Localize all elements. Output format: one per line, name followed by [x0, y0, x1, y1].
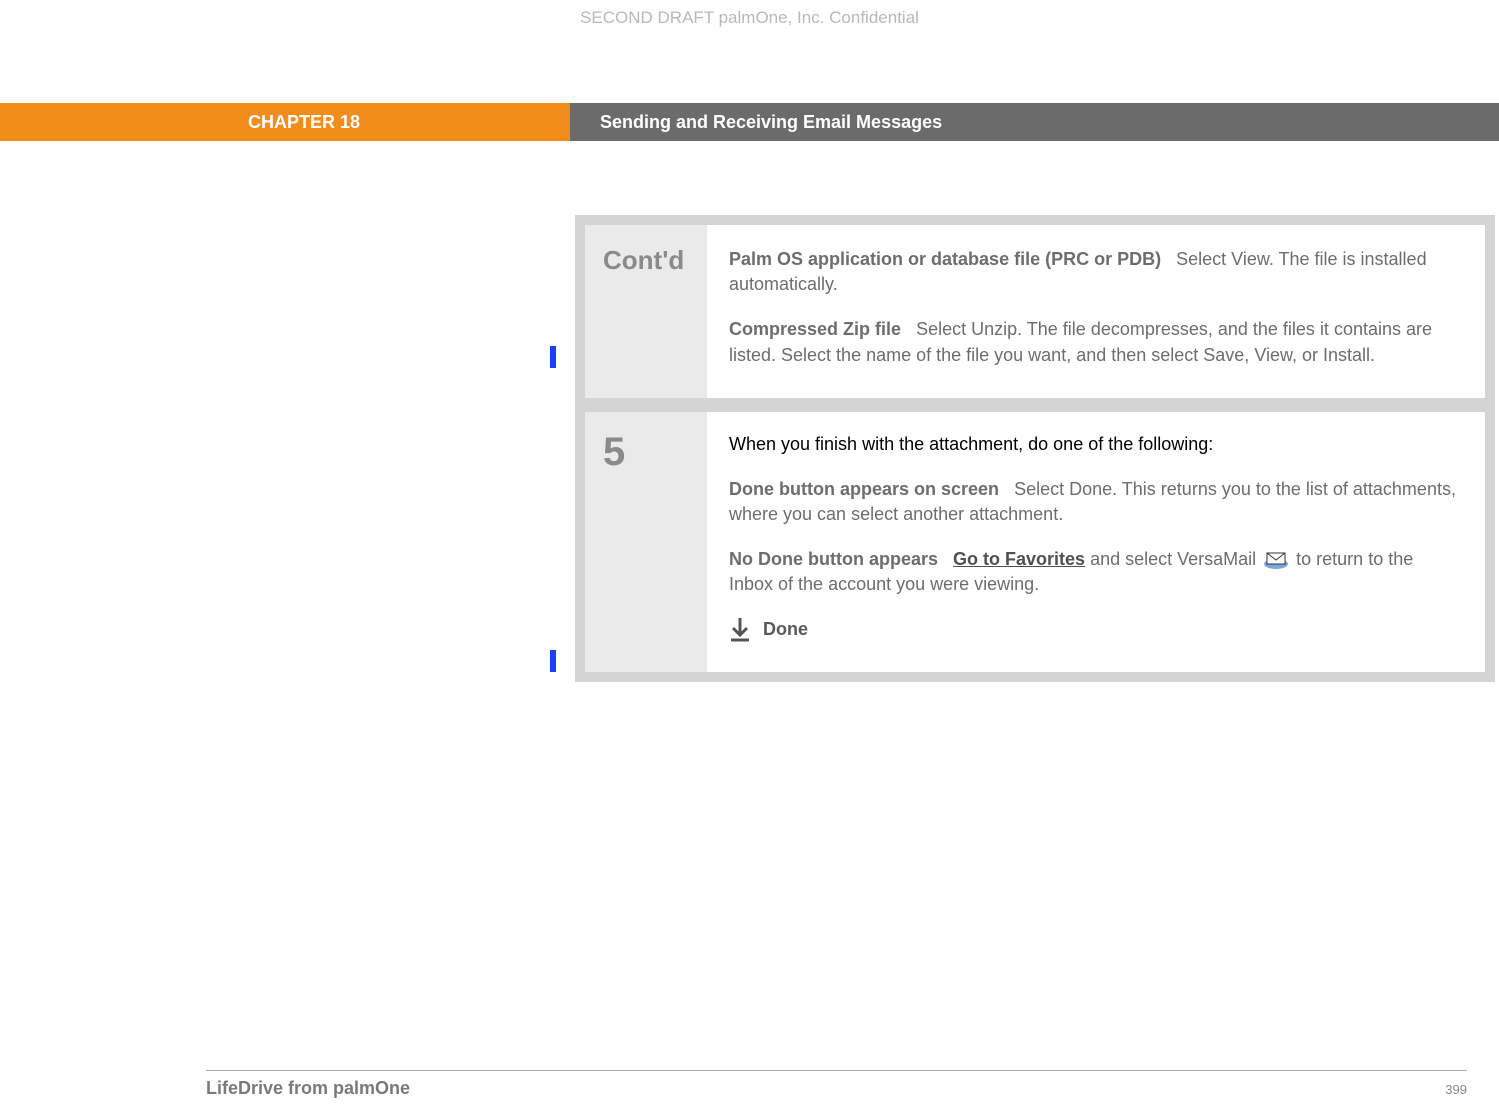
paragraph: No Done button appears Go to Favorites a…: [729, 547, 1457, 597]
versamail-icon: [1263, 550, 1289, 570]
paragraph: Compressed Zip file Select Unzip. The fi…: [729, 317, 1457, 367]
done-marker: Done: [729, 618, 1457, 642]
lead-text: Palm OS application or database file (PR…: [729, 249, 1161, 269]
step-label-cell: 5: [585, 412, 707, 672]
done-label: Done: [763, 619, 808, 640]
step-number: 5: [603, 430, 625, 474]
step-body: When you finish with the attachment, do …: [707, 412, 1485, 672]
change-bar: [550, 346, 556, 368]
header-band: CHAPTER 18 Sending and Receiving Email M…: [0, 103, 1499, 141]
body-text: and select VersaMail: [1085, 549, 1261, 569]
step-row-contd: Cont'd Palm OS application or database f…: [585, 225, 1485, 398]
step-row-5: 5 When you finish with the attachment, d…: [585, 412, 1485, 672]
change-bar: [550, 650, 556, 672]
section-title: Sending and Receiving Email Messages: [600, 112, 942, 133]
paragraph: Palm OS application or database file (PR…: [729, 247, 1457, 297]
footer-product: LifeDrive from palmOne: [206, 1078, 410, 1099]
lead-text: Done button appears on screen: [729, 479, 999, 499]
lead-text: Compressed Zip file: [729, 319, 901, 339]
footer-rule: [206, 1070, 1467, 1071]
step-body: Palm OS application or database file (PR…: [707, 225, 1485, 398]
paragraph: Done button appears on screen Select Don…: [729, 477, 1457, 527]
chapter-label: CHAPTER 18: [248, 112, 360, 133]
watermark-text: SECOND DRAFT palmOne, Inc. Confidential: [580, 8, 919, 28]
lead-text: No Done button appears: [729, 549, 938, 569]
done-arrow-icon: [729, 618, 751, 642]
title-block: Sending and Receiving Email Messages: [570, 103, 1499, 141]
step-label: Cont'd: [603, 245, 684, 275]
footer-page-number: 399: [1445, 1082, 1467, 1097]
step-label-cell: Cont'd: [585, 225, 707, 398]
content-panel: Cont'd Palm OS application or database f…: [575, 215, 1495, 682]
chapter-block: CHAPTER 18: [0, 103, 570, 141]
favorites-link[interactable]: Go to Favorites: [953, 549, 1085, 569]
intro-text: When you finish with the attachment, do …: [729, 434, 1457, 455]
